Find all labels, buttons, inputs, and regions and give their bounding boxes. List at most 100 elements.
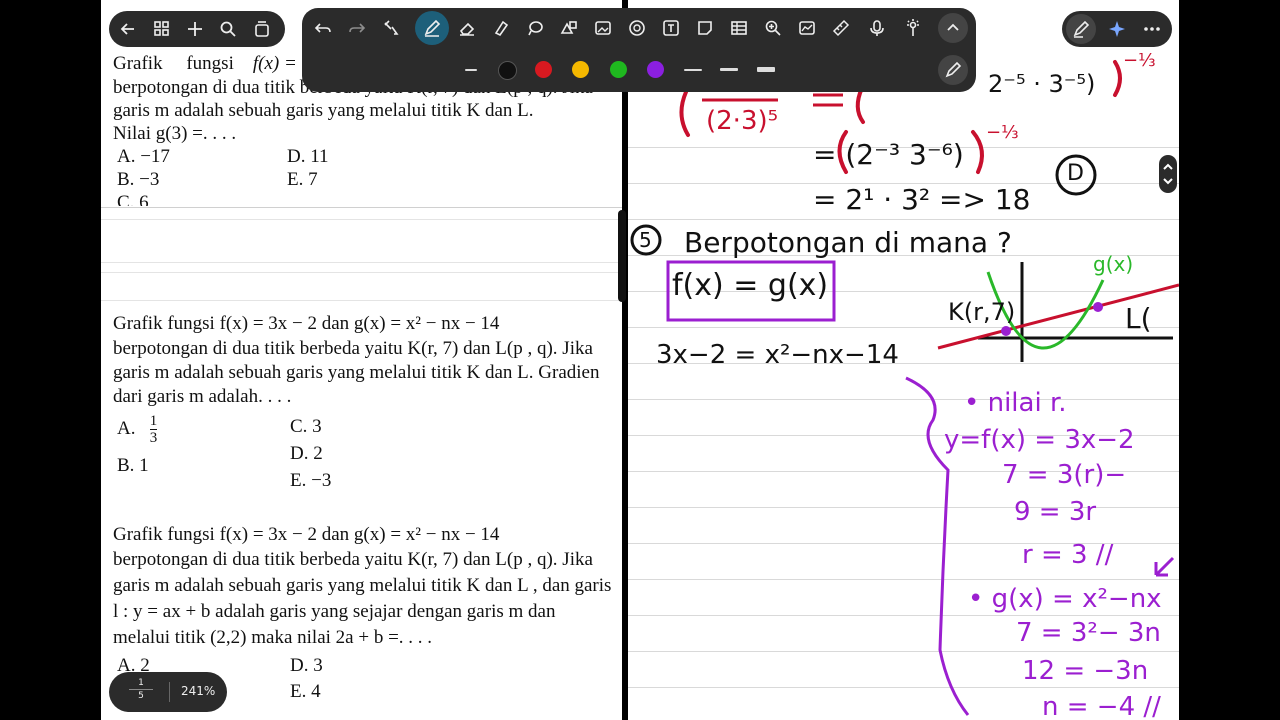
ink-step-5: r = 3 //	[1022, 540, 1114, 570]
laser-button[interactable]	[898, 13, 928, 43]
q1-fx: f(x) =	[252, 53, 297, 74]
shape-lasso-button[interactable]	[520, 13, 550, 43]
q2-option-b: B. 1	[117, 455, 149, 476]
graph-icon	[799, 21, 815, 35]
color-red[interactable]	[535, 61, 552, 78]
ink-step-7: 7 = 3²− 3n	[1016, 618, 1161, 648]
pen-button[interactable]	[415, 11, 449, 45]
ink-step-4: 9 = 3r	[1014, 497, 1097, 527]
color-purple[interactable]	[647, 61, 664, 78]
ruled-line	[101, 262, 622, 263]
q1-word-fungsi: fungsi	[186, 53, 234, 74]
ruled-line	[101, 219, 622, 220]
separator	[169, 682, 170, 702]
fraction-denominator: 3	[149, 429, 158, 446]
color-yellow[interactable]	[572, 61, 589, 78]
ai-button[interactable]	[1102, 14, 1132, 44]
q2-option-d: D. 2	[290, 443, 323, 464]
search-button[interactable]	[213, 14, 243, 44]
back-button[interactable]	[113, 14, 143, 44]
q2-option-a-label: A.	[117, 417, 136, 439]
ink-step-6: • g(x) = x²−nx	[968, 584, 1162, 614]
q2-line1: Grafik fungsi f(x) = 3x − 2 dan g(x) = x…	[113, 313, 500, 334]
ruler-button[interactable]	[826, 13, 856, 43]
redo-icon	[349, 23, 366, 33]
sticker-button[interactable]	[622, 13, 652, 43]
lasso-button[interactable]	[376, 13, 406, 43]
redo-button[interactable]	[342, 13, 372, 43]
highlighter-button[interactable]	[486, 13, 516, 43]
q2-option-a: A. 1 3	[117, 413, 158, 446]
ink-question-number: 5	[639, 228, 652, 252]
grid-icon	[154, 21, 169, 36]
more-button[interactable]	[1137, 14, 1167, 44]
ink-main-equation: 3x−2 = x²−nx−14	[656, 340, 899, 370]
more-icon	[1144, 27, 1160, 31]
pen-toolbar	[302, 8, 976, 92]
add-button[interactable]	[180, 14, 210, 44]
note-button[interactable]	[690, 13, 720, 43]
stroke-size-large[interactable]	[757, 67, 775, 72]
fraction: 1 3	[149, 413, 158, 446]
scroll-handle[interactable]	[1159, 155, 1177, 193]
q3-line5: melalui titik (2,2) maka nilai 2a + b =.…	[113, 627, 433, 648]
page-indicator[interactable]: 1 5 241%	[109, 672, 227, 712]
undo-button[interactable]	[308, 13, 338, 43]
ink-equation-2: = 2¹ · 3² => 18	[813, 183, 1031, 216]
ruler-icon	[832, 19, 850, 37]
q1-option-d: D. 11	[287, 146, 329, 167]
pages-button[interactable]	[247, 14, 277, 44]
ink-top-exponent: −⅓	[1123, 50, 1156, 71]
zoom-level: 241%	[181, 684, 216, 698]
pen-mode-icon	[1073, 20, 1090, 38]
split-handle[interactable]	[618, 210, 626, 302]
total-pages: 5	[129, 689, 153, 702]
image-button[interactable]	[588, 13, 618, 43]
pen-mode-button[interactable]	[1066, 14, 1096, 44]
ink-graph-k: K(r,7)	[948, 298, 1016, 326]
ink-heading: Berpotongan di mana ?	[684, 226, 1012, 259]
q1-option-a: A. −17	[117, 146, 170, 167]
ink-step-8: 12 = −3n	[1022, 656, 1149, 686]
text-button[interactable]	[656, 13, 686, 43]
q3-line2: berpotongan di dua titik berbeda yaitu K…	[113, 549, 593, 570]
ink-top-partial: 2⁻⁵ · 3⁻⁵)	[988, 70, 1096, 98]
ink-step-3: 7 = 3(r)−	[1002, 460, 1127, 490]
q3-line3: garis m adalah sebuah garis yang melalui…	[113, 575, 612, 596]
undo-icon	[314, 23, 331, 33]
note-icon	[698, 21, 712, 35]
q3-option-d: D. 3	[290, 655, 323, 676]
shapes-button[interactable]	[554, 13, 584, 43]
shape-lasso-icon	[528, 21, 543, 36]
plus-icon	[188, 22, 202, 36]
table-icon	[731, 21, 747, 35]
q2-line4: dari garis m adalah. . . .	[113, 386, 292, 407]
stroke-size-medium[interactable]	[720, 68, 738, 71]
color-green[interactable]	[610, 61, 627, 78]
stroke-thin-option[interactable]	[465, 69, 477, 71]
pdf-page[interactable]: Grafik fungsi f(x) = berpotongan di dua …	[101, 0, 622, 720]
table-button[interactable]	[724, 13, 754, 43]
highlighter-icon	[494, 20, 509, 37]
grid-button[interactable]	[147, 14, 177, 44]
ink-graph-l: L(	[1125, 302, 1152, 335]
notebook-page[interactable]: (2·3)⁵ 2⁻⁵ · 3⁻⁵) −⅓ = (2⁻³ 3⁻⁶) −⅓ = 2¹…	[628, 0, 1179, 720]
collapse-button[interactable]	[938, 13, 968, 43]
q2-option-e: E. −3	[290, 470, 332, 491]
eraser-icon	[459, 22, 475, 36]
eraser-button[interactable]	[452, 13, 482, 43]
stroke-size-small[interactable]	[684, 69, 702, 71]
mic-button[interactable]	[862, 13, 892, 43]
ink-equation-1: = (2⁻³ 3⁻⁶)	[813, 138, 964, 171]
color-black[interactable]	[498, 61, 517, 80]
page-divider	[101, 207, 622, 208]
q1-line4: Nilai g(3) =. . . .	[113, 123, 237, 144]
pen-settings-button[interactable]	[938, 55, 968, 85]
graph-button[interactable]	[792, 13, 822, 43]
q3-option-e: E. 4	[290, 681, 321, 702]
chevron-up-icon	[947, 23, 959, 31]
image-icon	[595, 21, 611, 35]
zoom-button[interactable]	[758, 13, 788, 43]
pen-icon	[424, 19, 441, 37]
ink-step-9: n = −4 //	[1042, 692, 1161, 720]
